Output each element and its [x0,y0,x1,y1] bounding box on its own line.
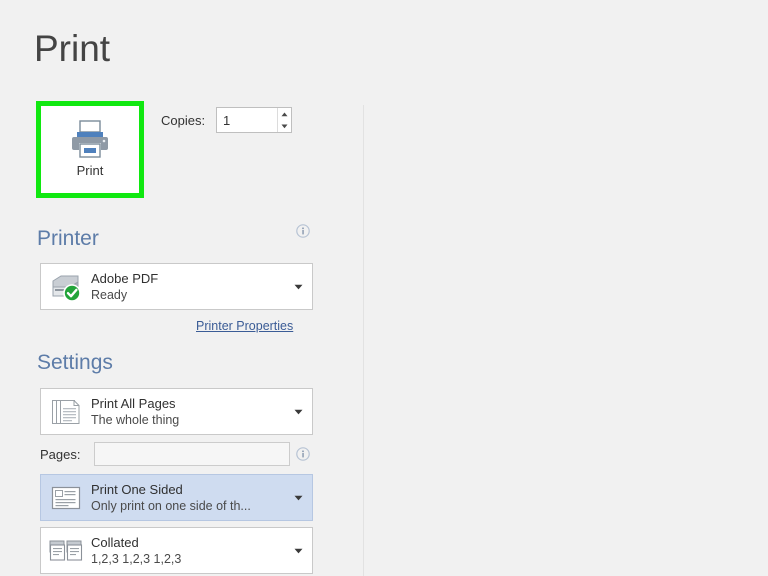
print-button[interactable]: Print [41,106,139,193]
print-range-title: Print All Pages [91,395,176,411]
copies-stepper[interactable] [216,107,292,133]
print-sides-text: Print One Sided Only print on one side o… [91,482,284,514]
copies-spinner-buttons[interactable] [277,108,291,132]
pages-stack-icon [41,389,91,434]
print-range-subtitle: The whole thing [91,412,180,427]
collation-title: Collated [91,534,139,550]
print-range-dropdown[interactable]: Print All Pages The whole thing [40,388,313,435]
printer-name: Adobe PDF [91,270,159,286]
chevron-down-icon[interactable] [284,409,312,415]
printer-properties-link[interactable]: Printer Properties [196,319,293,333]
copies-label: Copies: [161,113,206,128]
print-backstage-pane: Print Print Copies: 1 Printer Adobe PDF … [0,0,768,576]
info-icon[interactable] [296,447,310,461]
printer-section-heading: Printer [37,227,99,250]
printer-dropdown[interactable]: Adobe PDF Ready [40,263,313,310]
printer-icon [69,116,111,162]
printer-status: Ready [91,287,128,302]
copies-input[interactable] [217,108,278,132]
print-button-label: Print [76,163,104,178]
collation-subtitle: 1,2,3 1,2,3 1,2,3 [91,551,182,566]
page-title: Print [34,28,111,69]
pages-field-label: Pages: [40,447,81,462]
print-sides-subtitle: Only print on one side of th... [91,498,251,513]
printer-dropdown-text: Adobe PDF Ready [91,271,284,303]
chevron-down-icon[interactable] [284,548,312,554]
spinner-up-icon[interactable] [278,108,291,120]
info-icon[interactable] [296,224,310,238]
print-sides-title: Print One Sided [91,481,183,497]
collated-pages-icon [41,528,91,573]
pane-divider [363,105,364,576]
chevron-down-icon[interactable] [284,284,312,290]
printer-ready-icon [41,264,91,309]
settings-section-heading: Settings [37,351,113,374]
chevron-down-icon[interactable] [284,495,312,501]
print-sides-dropdown[interactable]: Print One Sided Only print on one side o… [40,474,313,521]
spinner-down-icon[interactable] [278,120,291,132]
one-sided-page-icon [41,475,91,520]
print-button-highlight: Print [36,101,144,198]
collation-dropdown[interactable]: Collated 1,2,3 1,2,3 1,2,3 [40,527,313,574]
collation-text: Collated 1,2,3 1,2,3 1,2,3 [91,535,284,567]
print-range-text: Print All Pages The whole thing [91,396,284,428]
pages-input[interactable] [94,442,290,466]
